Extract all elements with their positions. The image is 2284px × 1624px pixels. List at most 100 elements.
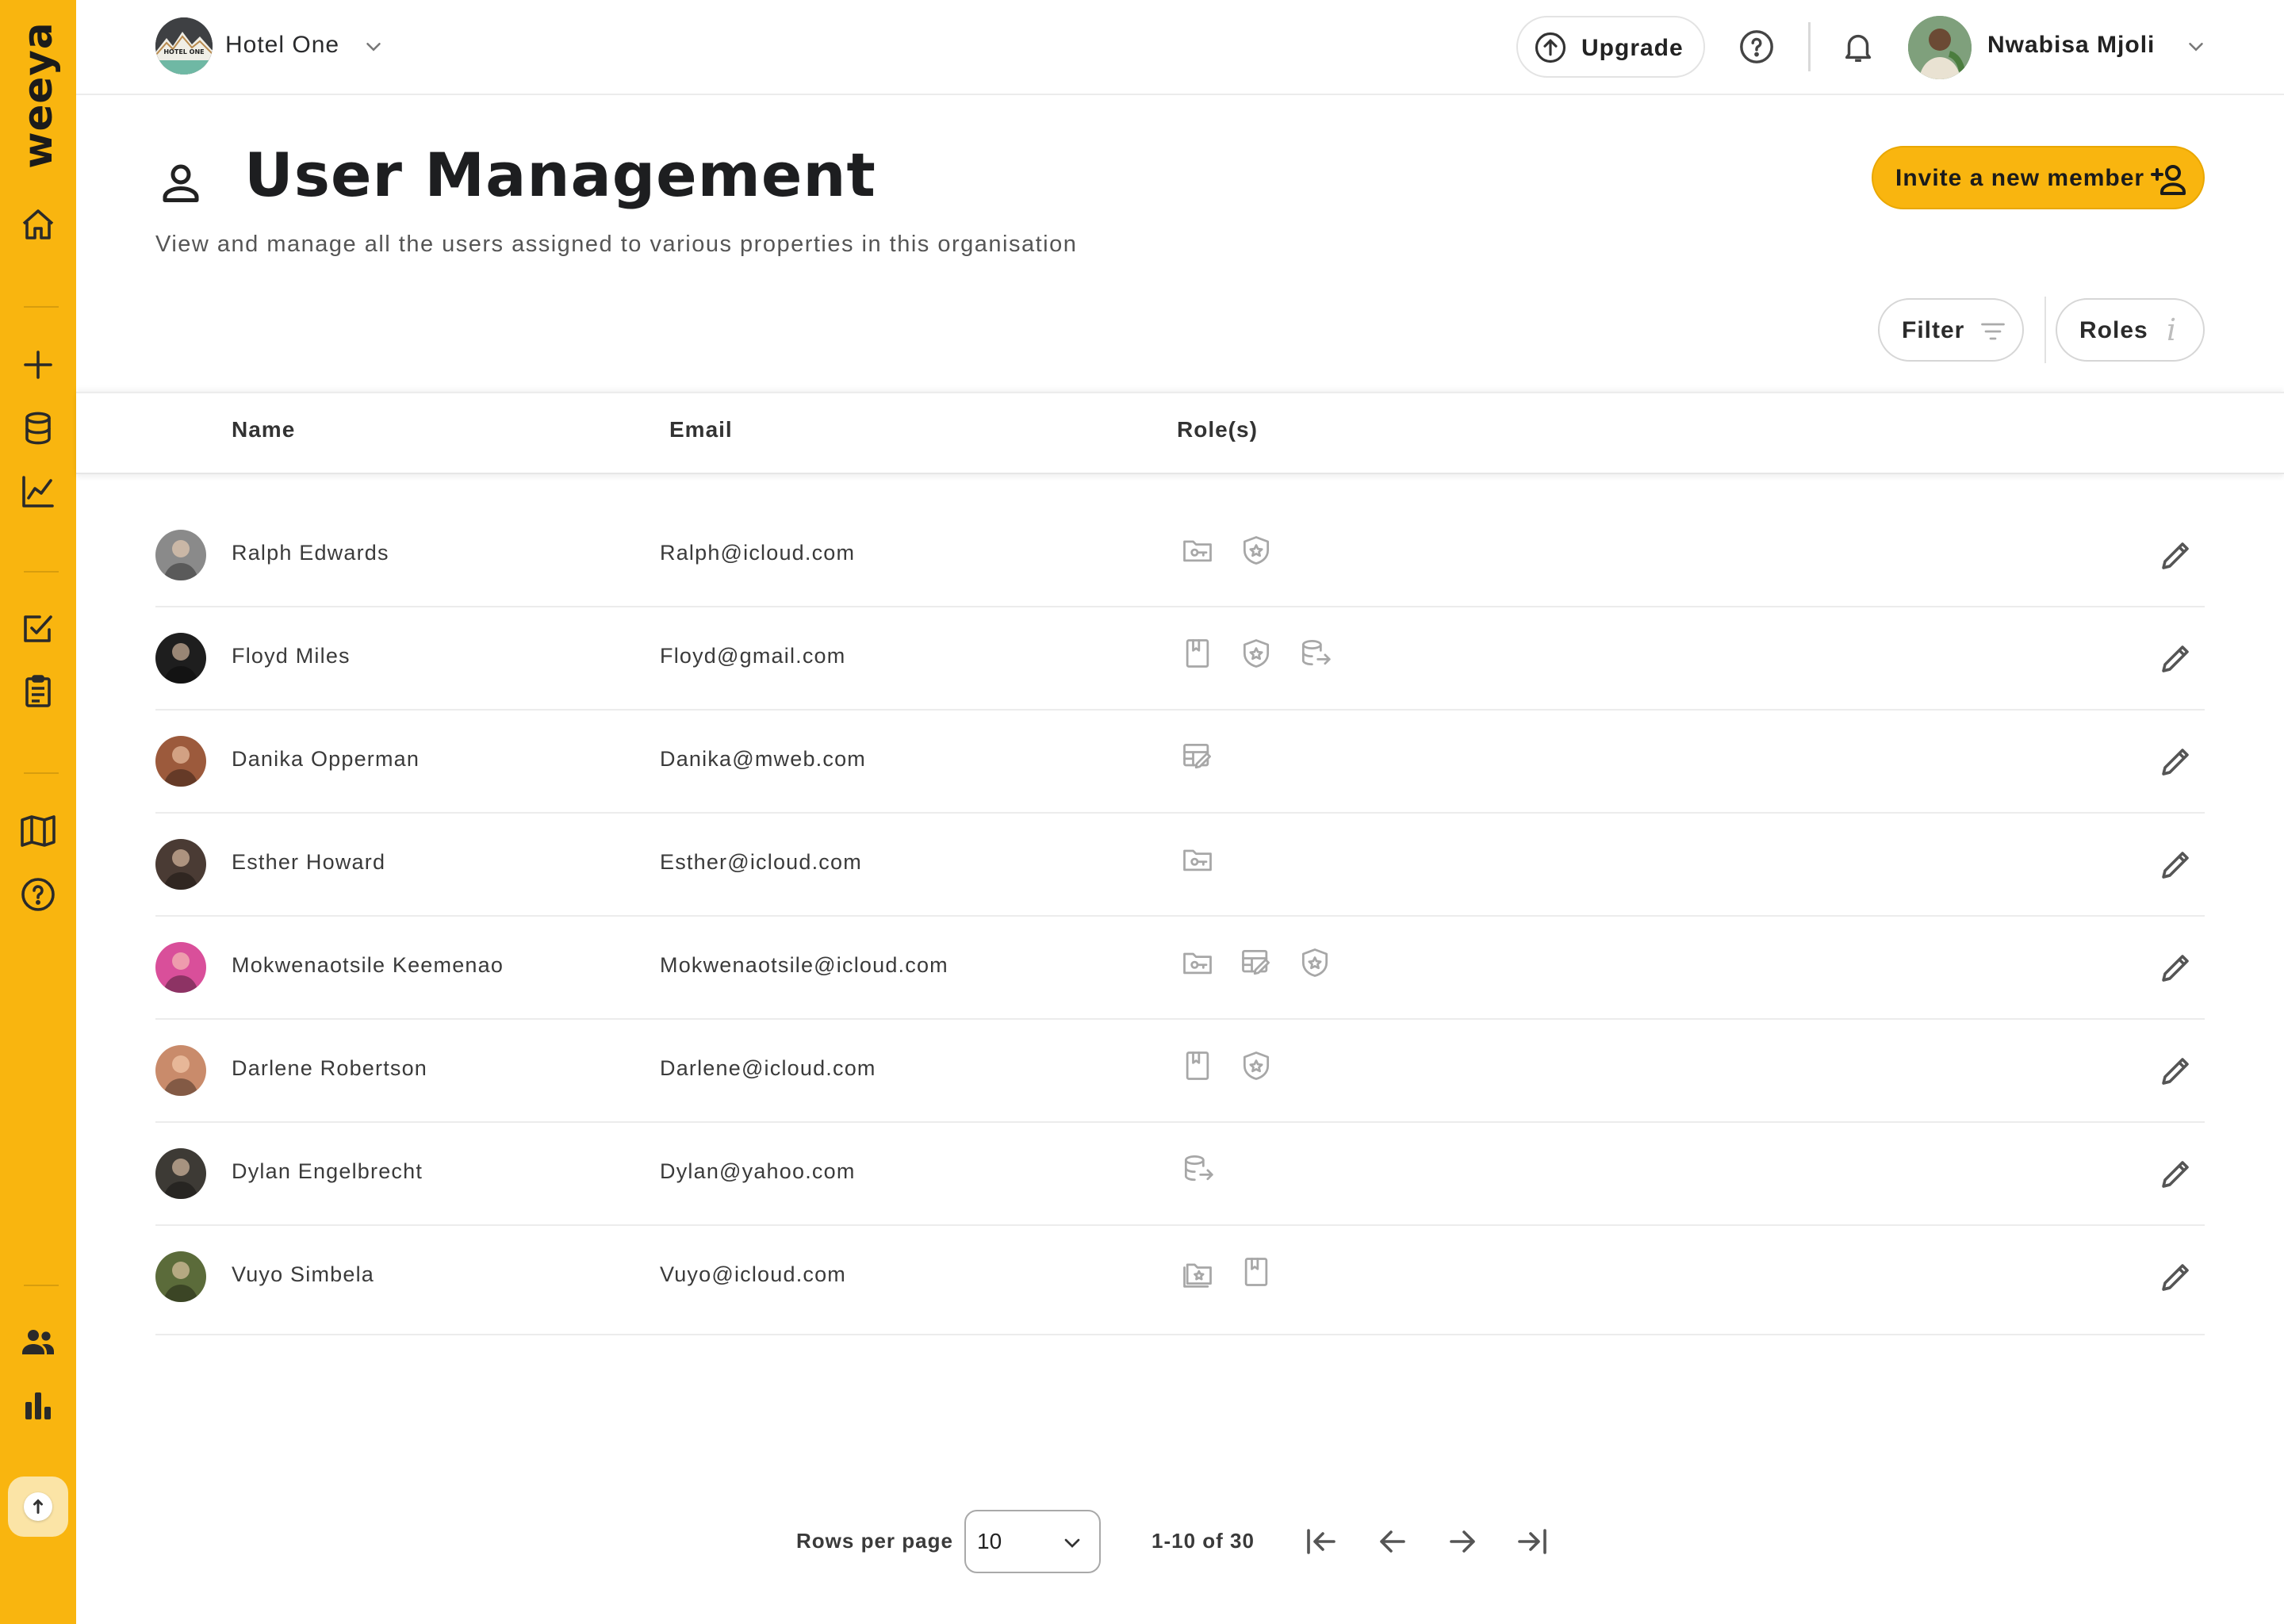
- user-name-cell: Dylan Engelbrecht: [232, 1159, 423, 1183]
- bookmark-icon[interactable]: [1180, 1048, 1215, 1083]
- user-email-cell: Danika@mweb.com: [660, 747, 866, 771]
- notification-bell-icon[interactable]: [1840, 29, 1876, 65]
- avatar: [155, 1251, 206, 1302]
- avatar: [155, 1045, 206, 1096]
- user-email-cell: Mokwenaotsile@icloud.com: [660, 953, 948, 977]
- users-icon[interactable]: [19, 1323, 57, 1361]
- shield-star-icon[interactable]: [1239, 636, 1274, 671]
- table-edit-icon[interactable]: [1239, 945, 1274, 980]
- chevron-down-icon[interactable]: [362, 35, 385, 59]
- last-page-button[interactable]: [1513, 1522, 1551, 1561]
- database-export-icon[interactable]: [1180, 1151, 1215, 1186]
- home-icon[interactable]: [19, 206, 57, 244]
- user-email-cell: Ralph@icloud.com: [660, 541, 856, 565]
- edit-pencil-icon[interactable]: [2157, 1258, 2195, 1296]
- bar-chart-icon[interactable]: [19, 1386, 57, 1424]
- filter-button[interactable]: Filter: [1878, 298, 2024, 362]
- first-page-button[interactable]: [1302, 1522, 1340, 1561]
- help-icon[interactable]: [19, 875, 57, 914]
- brand-logo[interactable]: weeya: [0, 21, 76, 169]
- rows-per-page-value: 10: [977, 1529, 1002, 1553]
- table-header: Name Email Role(s): [76, 392, 2284, 474]
- bookmark-icon[interactable]: [1180, 636, 1215, 671]
- edit-pencil-icon[interactable]: [2157, 639, 2195, 677]
- toolbar-divider: [2044, 297, 2046, 363]
- arrow-left-icon: [1380, 1530, 1405, 1553]
- folder-key-icon[interactable]: [1180, 945, 1215, 980]
- edit-pencil-icon[interactable]: [2157, 845, 2195, 883]
- top-bar: HOTEL ONE Hotel One Upgrade Nwabisa Mjol…: [76, 0, 2284, 95]
- avatar: [155, 633, 206, 684]
- arrow-right-icon: [1450, 1530, 1475, 1553]
- avatar: [155, 530, 206, 580]
- user-icon: [157, 159, 205, 206]
- column-header-roles[interactable]: Role(s): [1177, 417, 1258, 442]
- folder-key-icon[interactable]: [1180, 533, 1215, 568]
- table-row[interactable]: Esther Howard Esther@icloud.com: [155, 814, 2205, 917]
- chevron-down-icon[interactable]: [2184, 35, 2208, 59]
- add-user-icon: [2151, 165, 2186, 195]
- database-icon[interactable]: [19, 409, 57, 447]
- sidebar: weeya: [0, 0, 76, 1624]
- column-header-name[interactable]: Name: [232, 417, 295, 442]
- upgrade-button[interactable]: Upgrade: [1516, 16, 1705, 78]
- rows-per-page-select[interactable]: 10: [964, 1510, 1101, 1573]
- clipboard-icon[interactable]: [19, 672, 57, 710]
- chevron-down-icon: [1064, 1538, 1080, 1548]
- avatar: [155, 942, 206, 993]
- avatar: [155, 736, 206, 787]
- edit-pencil-icon[interactable]: [2157, 742, 2195, 780]
- column-header-email[interactable]: Email: [669, 417, 733, 442]
- page-subtitle: View and manage all the users assigned t…: [155, 232, 1078, 257]
- previous-page-button[interactable]: [1374, 1522, 1412, 1561]
- user-email-cell: Esther@icloud.com: [660, 850, 862, 874]
- property-logo[interactable]: HOTEL ONE: [155, 17, 213, 75]
- property-logo-text: HOTEL ONE: [163, 48, 204, 56]
- user-name[interactable]: Nwabisa Mjoli: [1987, 32, 2155, 59]
- edit-pencil-icon[interactable]: [2157, 948, 2195, 986]
- edit-pencil-icon[interactable]: [2157, 1051, 2195, 1090]
- table-row[interactable]: Vuyo Simbela Vuyo@icloud.com: [155, 1226, 2205, 1335]
- rows-per-page-label: Rows per page: [796, 1529, 953, 1553]
- sidebar-divider: [24, 772, 59, 774]
- bookmark-icon[interactable]: [1239, 1254, 1274, 1289]
- table-row[interactable]: Ralph Edwards Ralph@icloud.com: [155, 504, 2205, 607]
- shield-star-icon[interactable]: [1239, 1048, 1274, 1083]
- table-row[interactable]: Dylan Engelbrecht Dylan@yahoo.com: [155, 1123, 2205, 1226]
- avatar[interactable]: [1908, 16, 1972, 79]
- sidebar-divider: [24, 306, 59, 308]
- table-edit-icon[interactable]: [1180, 739, 1215, 774]
- table-row[interactable]: Mokwenaotsile Keemenao Mokwenaotsile@iclo…: [155, 917, 2205, 1020]
- user-name-cell: Darlene Robertson: [232, 1056, 428, 1080]
- shield-star-icon[interactable]: [1239, 533, 1274, 568]
- table-row[interactable]: Darlene Robertson Darlene@icloud.com: [155, 1020, 2205, 1123]
- next-page-button[interactable]: [1443, 1522, 1481, 1561]
- filter-label: Filter: [1902, 317, 1965, 343]
- property-name[interactable]: Hotel One: [225, 32, 339, 59]
- database-export-icon[interactable]: [1297, 636, 1332, 671]
- line-chart-icon[interactable]: [19, 473, 57, 511]
- invite-member-button[interactable]: Invite a new member: [1872, 146, 2205, 209]
- edit-pencil-icon[interactable]: [2157, 536, 2195, 574]
- upgrade-arrow-icon: [1535, 32, 1566, 63]
- roles-label: Roles: [2079, 317, 2148, 343]
- checklist-icon[interactable]: [19, 609, 57, 647]
- version-icon: [24, 1492, 52, 1521]
- folder-key-icon[interactable]: [1180, 842, 1215, 877]
- table-row[interactable]: Danika Opperman Danika@mweb.com: [155, 710, 2205, 814]
- roles-button[interactable]: Roles i: [2056, 298, 2205, 362]
- brand-name: weeya: [15, 21, 61, 169]
- help-icon[interactable]: [1738, 29, 1775, 65]
- folder-star-icon[interactable]: [1180, 1254, 1215, 1289]
- version-badge[interactable]: [8, 1477, 68, 1537]
- upgrade-label: Upgrade: [1581, 35, 1684, 61]
- user-name-cell: Mokwenaotsile Keemenao: [232, 953, 504, 977]
- avatar: [155, 839, 206, 890]
- plus-icon[interactable]: [19, 346, 57, 384]
- user-name-cell: Danika Opperman: [232, 747, 420, 771]
- edit-pencil-icon[interactable]: [2157, 1155, 2195, 1193]
- book-icon[interactable]: [19, 812, 57, 850]
- shield-star-icon[interactable]: [1297, 945, 1332, 980]
- table-row[interactable]: Floyd Miles Floyd@gmail.com: [155, 607, 2205, 710]
- page-range: 1-10 of 30: [1152, 1529, 1255, 1553]
